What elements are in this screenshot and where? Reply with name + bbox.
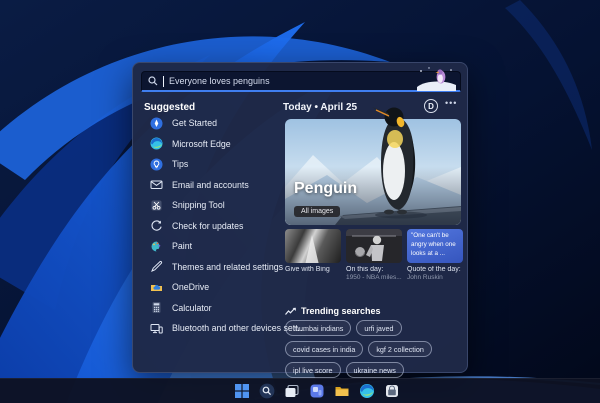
suggested-item-microsoft-edge[interactable]: Microsoft Edge	[133, 134, 283, 155]
card-caption: Give with Bing	[285, 266, 330, 273]
card-give-with-bing[interactable]: Give with Bing	[285, 229, 341, 281]
text-caret	[163, 75, 164, 87]
suggested-item-label: Themes and related settings	[172, 261, 284, 272]
trending-icon	[285, 307, 296, 315]
profile-badge[interactable]: D	[424, 99, 438, 113]
suggested-list: Get Started Microsoft Edge Tips Email an…	[133, 113, 305, 339]
taskbar	[0, 378, 600, 403]
email-icon	[150, 180, 163, 190]
trending-pill[interactable]: ukraine news	[345, 362, 404, 378]
suggested-item-label: Microsoft Edge	[172, 138, 231, 149]
taskbar-search-icon[interactable]	[259, 383, 275, 399]
suggested-item-label: Get Started	[172, 118, 217, 129]
suggested-item-get-started[interactable]: Get Started	[133, 113, 283, 134]
suggested-item-label: OneDrive	[172, 282, 210, 293]
trending-title: Trending searches	[301, 306, 381, 316]
card-quote-of-the-day[interactable]: "One can't be angry when one looks at a …	[407, 229, 463, 281]
suggested-item-paint[interactable]: Paint	[133, 236, 283, 257]
quote-text: "One can't be angry when one looks at a …	[407, 229, 463, 263]
taskbar-icons	[234, 379, 400, 403]
more-options-icon[interactable]: •••	[445, 98, 457, 108]
suggested-item-email-accounts[interactable]: Email and accounts	[133, 175, 283, 196]
search-panel: Everyone loves penguins Suggested Today …	[132, 62, 468, 378]
card-caption: Quote of the day:	[407, 266, 461, 273]
trending-pill[interactable]: urfi javed	[356, 320, 402, 336]
snipping-tool-icon	[151, 200, 162, 211]
hero-title: Penguin	[294, 180, 358, 197]
desktop: Everyone loves penguins Suggested Today …	[0, 0, 600, 403]
give-with-bing-photo	[285, 229, 341, 263]
search-icon	[148, 76, 158, 86]
bluetooth-icon	[150, 323, 163, 334]
card-subcaption: 1950 - NBA miles...	[346, 274, 402, 281]
trending-pills: mumbai indians urfi javed covid cases in…	[285, 320, 465, 378]
search-query-text: Everyone loves penguins	[169, 76, 270, 86]
trending-pill[interactable]: kgf 2 collection	[368, 341, 432, 357]
suggested-item-calculator[interactable]: Calculator	[133, 298, 283, 319]
trending-pill[interactable]: ipl live score	[285, 362, 341, 378]
trending-header: Trending searches	[285, 306, 381, 316]
suggested-item-onedrive[interactable]: OneDrive	[133, 277, 283, 298]
edge-taskbar-icon[interactable]	[359, 383, 375, 399]
all-images-button[interactable]: All images	[294, 206, 341, 217]
file-explorer-icon[interactable]	[334, 383, 350, 399]
card-subcaption: John Ruskin	[407, 274, 443, 281]
start-button-icon[interactable]	[234, 383, 250, 399]
suggested-item-label: Check for updates	[172, 220, 244, 231]
card-on-this-day[interactable]: On this day: 1950 - NBA miles...	[346, 229, 402, 281]
daily-cards-row: Give with Bing On this day: 1950 - NBA m…	[285, 229, 463, 281]
task-view-icon[interactable]	[284, 383, 300, 399]
calculator-icon	[152, 302, 161, 314]
edge-icon	[150, 137, 163, 150]
on-this-day-photo	[346, 229, 402, 263]
card-caption: On this day:	[346, 266, 384, 273]
suggested-item-label: Snipping Tool	[172, 200, 225, 211]
suggested-item-label: Email and accounts	[172, 179, 249, 190]
suggested-item-check-updates[interactable]: Check for updates	[133, 216, 283, 237]
suggested-item-label: Calculator	[172, 302, 212, 313]
get-started-icon	[150, 117, 163, 130]
onedrive-icon	[151, 284, 162, 291]
trending-pill[interactable]: covid cases in india	[285, 341, 364, 357]
store-icon[interactable]	[384, 383, 400, 399]
date-header[interactable]: Today • April 25	[283, 102, 357, 113]
tips-icon	[150, 158, 163, 171]
trending-pill[interactable]: mumbai indians	[285, 320, 352, 336]
suggested-item-label: Paint	[172, 241, 193, 252]
themes-icon	[151, 261, 163, 273]
updates-icon	[151, 220, 162, 231]
suggested-item-themes-settings[interactable]: Themes and related settings	[133, 257, 283, 278]
suggested-heading: Suggested	[144, 102, 196, 113]
widgets-icon[interactable]	[309, 383, 325, 399]
suggested-item-bluetooth-devices[interactable]: Bluetooth and other devices sett...	[133, 318, 305, 339]
paint-icon	[151, 241, 161, 252]
search-doodle-penguin-icon	[417, 67, 456, 91]
penguin-graphic	[372, 107, 416, 215]
suggested-item-tips[interactable]: Tips	[133, 154, 283, 175]
search-input[interactable]: Everyone loves penguins	[141, 67, 461, 92]
hero-card-penguin[interactable]: Penguin All images	[285, 107, 461, 225]
suggested-item-label: Tips	[172, 159, 189, 170]
suggested-item-snipping-tool[interactable]: Snipping Tool	[133, 195, 283, 216]
